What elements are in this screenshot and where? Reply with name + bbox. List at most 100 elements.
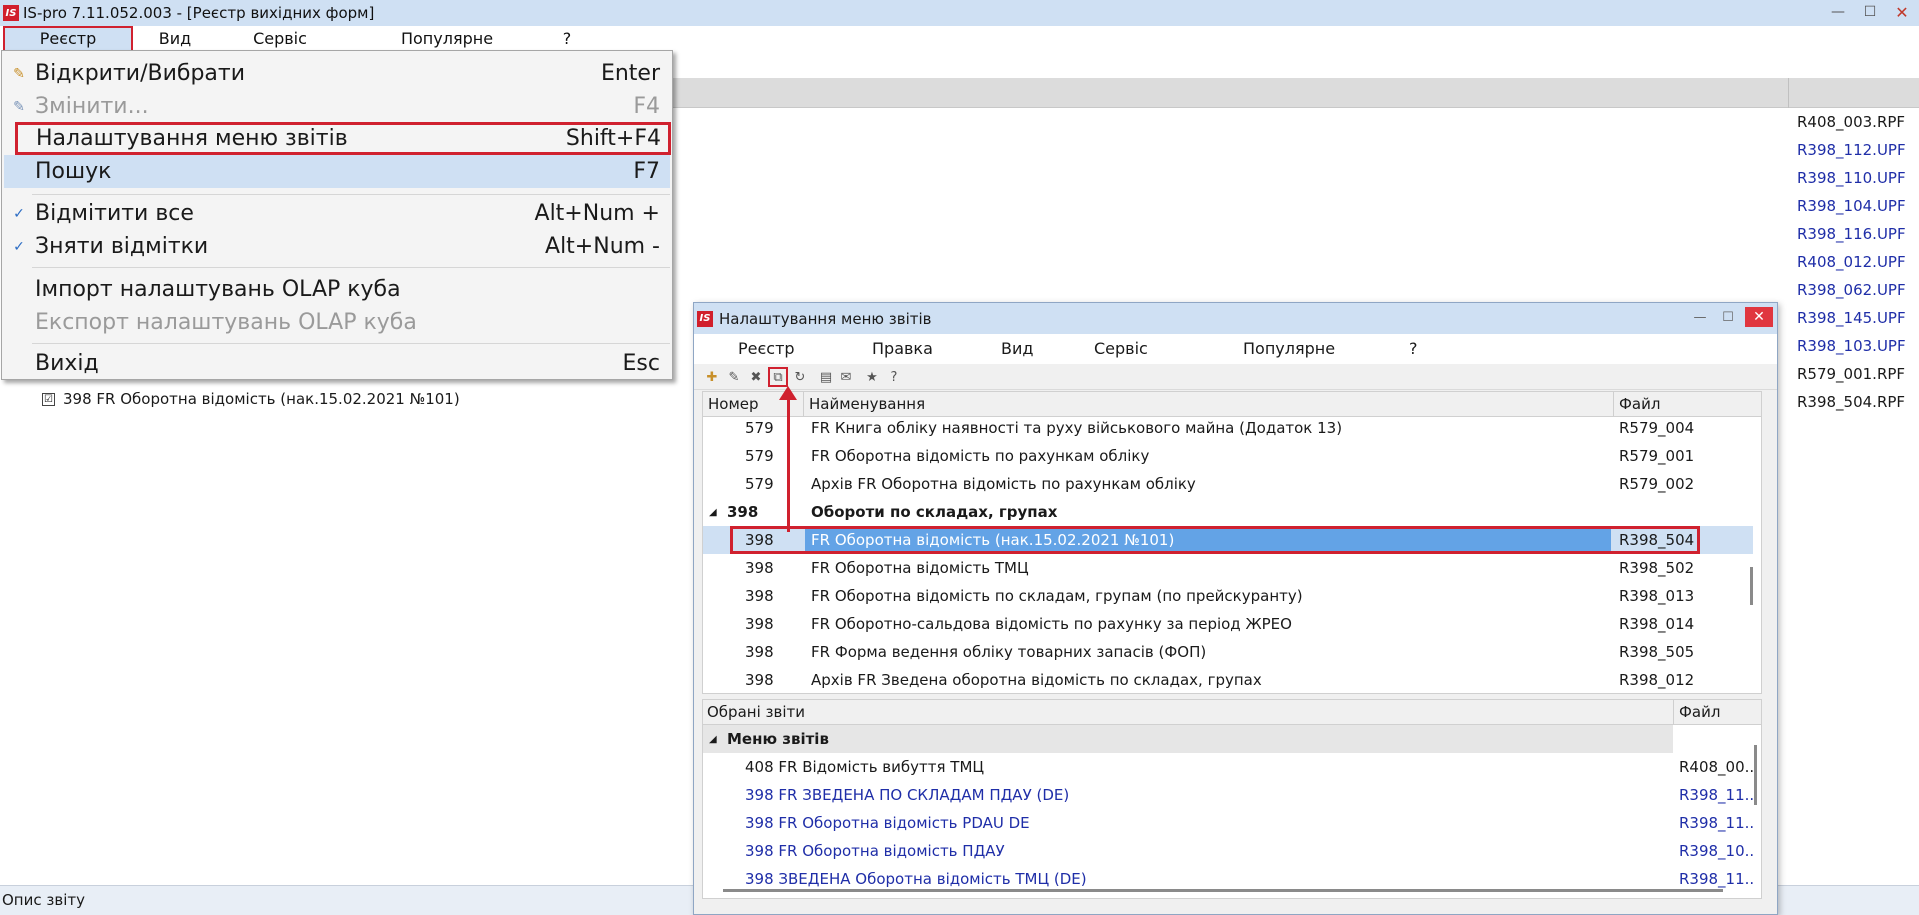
cell-number: 398 xyxy=(745,559,774,577)
dialog-menu-view[interactable]: Вид xyxy=(1001,339,1033,358)
menu-item-export-olap[interactable]: Експорт налаштувань OLAP куба xyxy=(4,306,670,339)
edit-icon: ✎ xyxy=(13,98,25,115)
menu-item-search[interactable]: Пошук F7 xyxy=(4,155,670,188)
menu-help[interactable]: ? xyxy=(560,26,574,52)
dialog-menu-registry[interactable]: Реєстр xyxy=(738,339,795,358)
menu-item-open[interactable]: ✎ Відкрити/Вибрати Enter xyxy=(4,57,670,90)
annotation-arrow-head xyxy=(779,386,797,400)
document-icon[interactable]: ▤ xyxy=(816,367,836,387)
refresh-icon[interactable]: ↻ xyxy=(790,367,810,387)
col-number[interactable]: Номер xyxy=(708,395,759,413)
window-title: IS-pro 7.11.052.003 - [Реєстр вихідних ф… xyxy=(23,4,375,22)
dialog-menu-service[interactable]: Сервіс xyxy=(1094,339,1148,358)
cell-file: R398_10.. xyxy=(1679,842,1755,860)
delete-icon[interactable]: ✖ xyxy=(746,367,766,387)
cell-file: R398_11.. xyxy=(1679,814,1755,832)
menu-registry[interactable]: Реєстр xyxy=(3,26,133,52)
menu-item-check-all[interactable]: ✓ Відмітити все Alt+Num + xyxy=(4,197,670,230)
cell-file: R579_001 xyxy=(1619,447,1695,465)
cell-name: 398 FR Оборотна відомість PDAU DE xyxy=(745,814,1030,832)
menu-item-label: Змінити... xyxy=(35,94,149,119)
cell-number: 579 xyxy=(745,447,774,465)
maximize-icon[interactable]: ☐ xyxy=(1859,3,1881,21)
new-icon[interactable]: ✚ xyxy=(702,367,722,387)
copy-icon[interactable]: ⧉ xyxy=(768,367,788,387)
mail-icon[interactable]: ✉ xyxy=(836,367,856,387)
table-row[interactable]: 398 FR Оборотна відомість по складам, гр… xyxy=(703,582,1753,610)
table-row[interactable]: 579 Архів FR Оборотна відомість по рахун… xyxy=(703,470,1753,498)
table-row[interactable]: 398 FR Оборотна відомість ТМЦ R398_502 xyxy=(703,554,1753,582)
star-icon[interactable]: ★ xyxy=(862,367,882,387)
main-titlebar: IS IS-pro 7.11.052.003 - [Реєстр вихідни… xyxy=(0,0,1919,26)
table-row[interactable]: 398 Архів FR Зведена оборотна відомість … xyxy=(703,666,1753,693)
report-menu-settings-dialog: IS Налаштування меню звітів — ☐ ✕ Реєстр… xyxy=(693,302,1778,915)
col-selected-reports[interactable]: Обрані звіти xyxy=(707,703,805,721)
help-icon[interactable]: ? xyxy=(884,367,904,387)
list-item[interactable]: 398 FR Оборотна відомість ПДАУ R398_10.. xyxy=(703,837,1754,865)
table-row[interactable]: 579 FR Книга обліку наявності та руху ві… xyxy=(703,414,1753,442)
app-logo-icon: IS xyxy=(3,5,19,21)
file-cell: R398_116.UPF xyxy=(1797,225,1906,243)
col-file[interactable]: Файл xyxy=(1619,395,1660,413)
collapse-icon[interactable]: ◢ xyxy=(709,507,717,518)
cell-name: FR Форма ведення обліку товарних запасів… xyxy=(811,643,1207,661)
menu-item-shortcut: F4 xyxy=(633,94,660,119)
menu-item-report-menu-settings[interactable]: Налаштування меню звітів Shift+F4 xyxy=(15,122,671,155)
menu-item-exit[interactable]: Вихід Esc xyxy=(4,347,670,380)
maximize-icon[interactable]: ☐ xyxy=(1717,307,1739,327)
vertical-scrollbar[interactable] xyxy=(1750,567,1753,605)
cell-file: R398_502 xyxy=(1619,559,1695,577)
cell-number: 579 xyxy=(745,419,774,437)
minimize-icon[interactable]: — xyxy=(1827,3,1849,21)
menu-item-uncheck[interactable]: ✓ Зняти відмітки Alt+Num - xyxy=(4,230,670,263)
cell-name: 398 FR Оборотна відомість ПДАУ xyxy=(745,842,1005,860)
menu-item-import-olap[interactable]: Імпорт налаштувань OLAP куба xyxy=(4,273,670,306)
cell-name: FR Книга обліку наявності та руху військ… xyxy=(811,419,1343,437)
table-row-selected[interactable]: 398 FR Оборотна відомість (нак.15.02.202… xyxy=(703,526,1753,554)
tree-item-checkbox[interactable]: ☑ xyxy=(42,392,55,406)
edit-icon[interactable]: ✎ xyxy=(724,367,744,387)
tree-item[interactable]: ☑ 398 FR Оборотна відомість (нак.15.02.2… xyxy=(42,390,460,408)
open-icon: ✎ xyxy=(13,65,25,82)
table-row[interactable]: 579 FR Оборотна відомість по рахункам об… xyxy=(703,442,1753,470)
minimize-icon[interactable]: — xyxy=(1689,307,1711,327)
dialog-toolbar: ✚ ✎ ✖ ⧉ ↻ ▤ ✉ ★ ? xyxy=(694,364,1777,390)
file-cell: R408_012.UPF xyxy=(1797,253,1906,271)
menu-item-shortcut: Alt+Num - xyxy=(545,234,660,259)
cell-file: R579_002 xyxy=(1619,475,1695,493)
dialog-titlebar: IS Налаштування меню звітів — ☐ ✕ xyxy=(694,303,1777,334)
list-item[interactable]: 408 FR Відомість вибуття ТМЦ R408_00.. xyxy=(703,753,1754,781)
menu-popular[interactable]: Популярне xyxy=(392,26,502,52)
cell-name: Архів FR Зведена оборотна відомість по с… xyxy=(811,671,1262,689)
vertical-scrollbar[interactable] xyxy=(1754,745,1757,805)
menu-item-label: Зняти відмітки xyxy=(35,234,209,259)
col-name[interactable]: Найменування xyxy=(809,395,925,413)
close-icon[interactable]: ✕ xyxy=(1745,307,1773,327)
list-item[interactable]: 398 FR Оборотна відомість PDAU DE R398_1… xyxy=(703,809,1754,837)
dialog-menu-edit[interactable]: Правка xyxy=(872,339,933,358)
group-row[interactable]: ◢ Меню звітів xyxy=(703,725,1673,753)
horizontal-scrollbar[interactable] xyxy=(723,889,1723,892)
main-grid-header xyxy=(550,78,1919,108)
list-item[interactable]: 398 FR ЗВЕДЕНА ПО СКЛАДАМ ПДАУ (DE) R398… xyxy=(703,781,1754,809)
cell-file: R398_012 xyxy=(1619,671,1695,689)
col-file[interactable]: Файл xyxy=(1679,703,1720,721)
dialog-menu-popular[interactable]: Популярне xyxy=(1243,339,1335,358)
table-row[interactable]: 398 FR Оборотно-сальдова відомість по ра… xyxy=(703,610,1753,638)
file-cell: R398_110.UPF xyxy=(1797,169,1906,187)
menu-view[interactable]: Вид xyxy=(150,26,200,52)
window-controls: — ☐ ✕ xyxy=(1827,3,1913,22)
cell-name: 408 FR Відомість вибуття ТМЦ xyxy=(745,758,985,776)
cell-number: 398 xyxy=(727,503,759,521)
menu-item-edit[interactable]: ✎ Змінити... F4 xyxy=(4,90,670,123)
dialog-menu-help[interactable]: ? xyxy=(1409,339,1418,358)
close-icon[interactable]: ✕ xyxy=(1891,3,1913,22)
file-cell: R398_104.UPF xyxy=(1797,197,1906,215)
group-row[interactable]: ◢ 398 Обороти по складах, групах xyxy=(703,498,1753,526)
menu-service[interactable]: Сервіс xyxy=(245,26,315,52)
collapse-icon[interactable]: ◢ xyxy=(709,734,717,745)
dialog-menubar: Реєстр Правка Вид Сервіс Популярне ? xyxy=(694,334,1777,364)
table-row[interactable]: 398 FR Форма ведення обліку товарних зап… xyxy=(703,638,1753,666)
group-label: Меню звітів xyxy=(727,730,829,748)
cell-file: R398_013 xyxy=(1619,587,1695,605)
